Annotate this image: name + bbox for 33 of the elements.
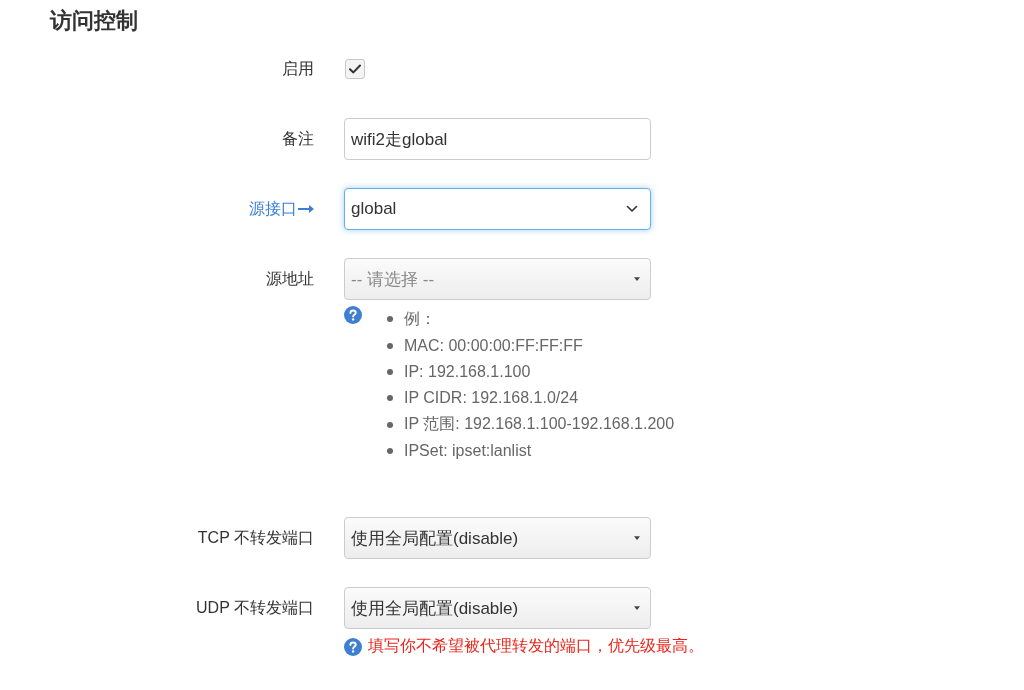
dropdown-field[interactable]: 使用全局配置(disable): [344, 587, 651, 630]
bullet-icon: [387, 368, 393, 375]
help-text: IPSet: ipset:lanlist: [404, 442, 532, 461]
caret-icon: [634, 277, 640, 281]
section-title: 访问控制: [50, 7, 138, 35]
chevron-down-icon: [626, 205, 638, 213]
field-label: UDP 不转发端口: [196, 598, 314, 619]
field-label: 启用: [282, 59, 314, 79]
note-text: 填写你不希望被代理转发的端口，优先级最高。: [368, 636, 704, 657]
help-text: IP: 192.168.1.100: [404, 362, 531, 381]
help-text: MAC: 00:00:00:FF:FF:FF: [404, 336, 583, 355]
field-label: 源地址: [266, 269, 314, 289]
help-icon: [344, 306, 362, 324]
bullet-icon: [387, 342, 393, 349]
text-input[interactable]: wifi2走global: [344, 118, 651, 160]
bullet-icon: [387, 395, 393, 402]
caret-icon: [634, 536, 640, 541]
help-text: IP 范围: 192.168.1.100-192.168.1.200: [404, 414, 675, 435]
field-label: TCP 不转发端口: [197, 528, 314, 549]
bullet-icon: [387, 421, 393, 428]
help-text: IP CIDR: 192.168.1.0/24: [404, 389, 579, 408]
field-label: 备注: [282, 129, 314, 149]
help-icon: [344, 637, 362, 656]
check-icon: [349, 64, 361, 74]
help-text: 例：: [404, 308, 436, 329]
select-field[interactable]: global: [344, 188, 651, 230]
caret-icon: [634, 606, 640, 611]
field-label-link[interactable]: 源接口: [249, 188, 314, 230]
dropdown-field[interactable]: 使用全局配置(disable): [344, 517, 651, 560]
bullet-icon: [387, 448, 393, 455]
bullet-icon: [387, 316, 393, 323]
arrow-icon: [298, 204, 314, 214]
checkbox[interactable]: [345, 59, 365, 79]
